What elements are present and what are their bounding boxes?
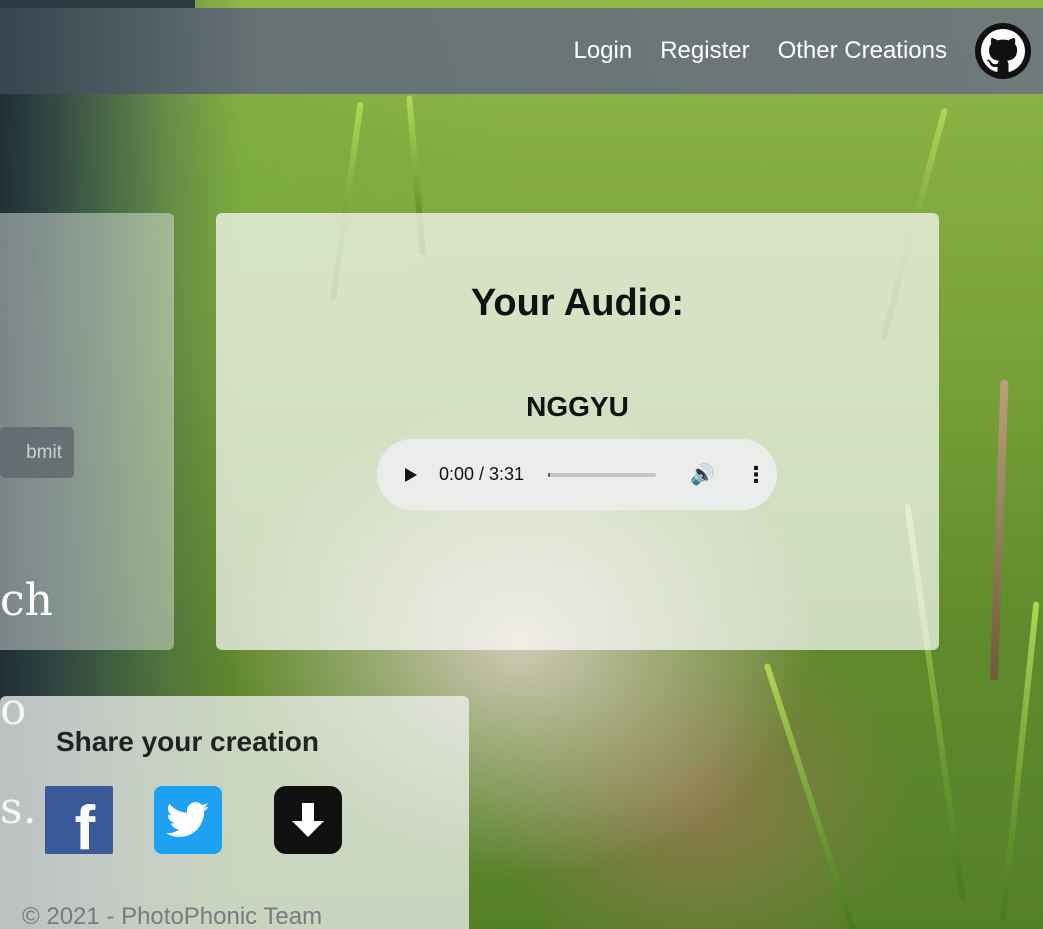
twitter-bird-graphic <box>166 802 209 837</box>
nav-register-link[interactable]: Register <box>660 37 749 65</box>
nav-login-link[interactable]: Login <box>573 37 632 65</box>
audio-card <box>216 213 939 650</box>
github-icon-graphic <box>981 29 1025 72</box>
share-title: Share your creation <box>56 726 319 757</box>
play-icon[interactable] <box>405 467 417 482</box>
audio-player[interactable]: 0:00 / 3:31 🔊 ⋮ <box>377 439 777 510</box>
download-arrow-graphic <box>292 803 324 837</box>
top-strip <box>0 0 195 8</box>
twitter-icon[interactable] <box>154 786 222 854</box>
footer-text: © 2021 - PhotoPhonic Team <box>22 903 323 929</box>
time-display: 0:00 / 3:31 <box>439 464 525 484</box>
github-icon[interactable] <box>975 23 1031 79</box>
navbar: Login Register Other Creations <box>0 8 1043 94</box>
more-options-icon[interactable]: ⋮ <box>745 462 767 488</box>
track-name: NGGYU <box>526 391 629 422</box>
nav-other-creations-link[interactable]: Other Creations <box>778 37 947 65</box>
download-icon[interactable] <box>274 786 342 854</box>
audio-title: Your Audio: <box>470 282 685 324</box>
progress-slider[interactable] <box>548 472 657 477</box>
volume-icon[interactable]: 🔊 <box>690 462 715 487</box>
submit-button[interactable]: bmit <box>0 427 74 478</box>
progress-fill <box>548 472 551 477</box>
facebook-icon[interactable]: f <box>45 786 113 860</box>
left-text-fragment-1: ch <box>0 575 53 626</box>
